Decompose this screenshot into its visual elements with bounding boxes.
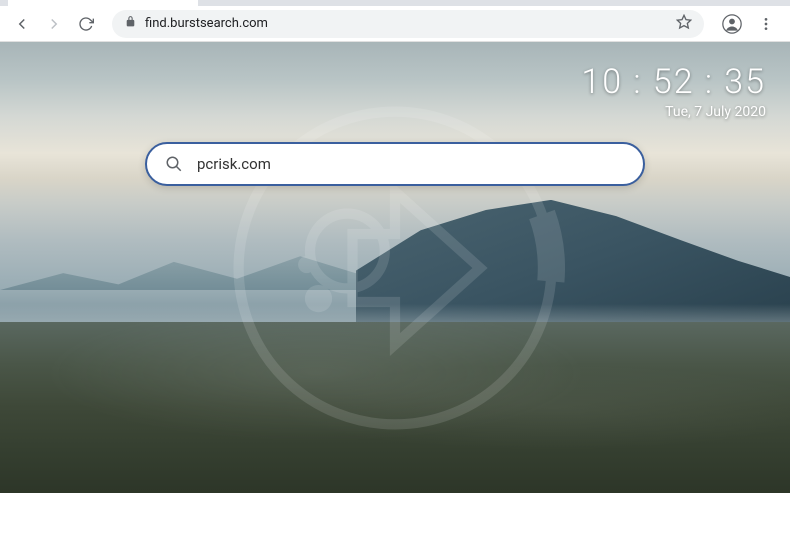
clock-time: 10 : 52 : 35 — [581, 62, 766, 102]
browser-toolbar: find.burstsearch.com — [0, 6, 790, 42]
clock-date: Tue, 7 July 2020 — [581, 104, 766, 120]
menu-button[interactable] — [750, 8, 782, 40]
search-input[interactable] — [197, 155, 625, 173]
reload-button[interactable] — [72, 10, 100, 38]
star-icon[interactable] — [676, 14, 692, 34]
search-icon — [165, 155, 183, 173]
address-bar[interactable]: find.burstsearch.com — [112, 10, 704, 38]
browser-tab[interactable]: Burst Search — [8, 0, 198, 6]
profile-button[interactable] — [716, 8, 748, 40]
tab-strip: Burst Search — [0, 0, 790, 6]
search-box[interactable] — [145, 142, 645, 186]
forward-button[interactable] — [40, 10, 68, 38]
clock-widget: 10 : 52 : 35 Tue, 7 July 2020 — [581, 62, 766, 120]
page-content: 10 : 52 : 35 Tue, 7 July 2020 — [0, 42, 790, 493]
new-tab-button[interactable] — [202, 0, 230, 4]
url-text: find.burstsearch.com — [145, 16, 668, 31]
back-button[interactable] — [8, 10, 36, 38]
lock-icon — [124, 15, 137, 32]
